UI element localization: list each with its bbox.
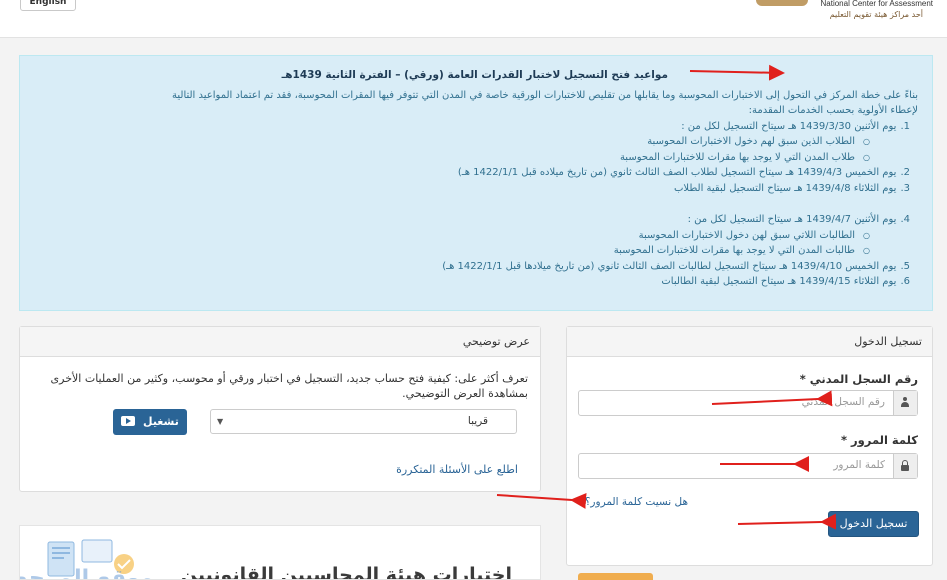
watermark-text: موقع المرجع [19, 566, 154, 580]
input-addon [893, 391, 917, 415]
logo-emblem-icon [756, 0, 808, 6]
youtube-icon [121, 416, 136, 426]
forgot-password-link[interactable]: هل نسيت كلمة المرور؟ [585, 496, 688, 508]
item-text: يوم الثلاثاء 1439/4/15 هـ سيتاح التسجيل … [661, 276, 897, 287]
item-number: 1. [900, 120, 910, 132]
lock-icon [901, 460, 909, 471]
play-button-label: تشغيل [143, 415, 179, 428]
id-label: رقم السجل المدني * [799, 372, 918, 386]
item-number: 2. [900, 167, 910, 178]
demo-select[interactable]: قريبا ▼ [210, 409, 517, 434]
faq-link[interactable]: اطلع على الأسئلة المتكررة [396, 463, 518, 476]
notice-intro: بناءً على خطة المركز في التحول إلى الاخت… [172, 89, 918, 101]
sub-list: الطالبات اللاتي سبق لهن دخول الاختبارات … [34, 228, 870, 259]
national-id-placeholder: رقم السجل المدني [801, 396, 885, 408]
input-addon [893, 454, 917, 478]
list-item: 1.يوم الأثنين 1439/3/30 هـ سيتاح التسجيل… [34, 119, 910, 135]
annotation-arrow-icon [496, 492, 587, 509]
item-text: يوم الخميس 1439/4/3 هـ سيتاح التسجيل لطل… [457, 167, 897, 178]
list-item: 6.يوم الثلاثاء 1439/4/15 هـ سيتاح التسجي… [34, 274, 910, 290]
password-label: كلمة المرور * [841, 433, 918, 447]
top-header: English National Center for Assessment أ… [0, 0, 947, 38]
notice-intro-continued: لإعطاء الأولوية بحسب الخدمات المقدمة: [748, 105, 918, 116]
item-number: 4. [900, 214, 910, 225]
register-button[interactable] [578, 573, 653, 580]
sub-list-item: الطلاب الذين سبق لهم دخول الاختبارات الم… [34, 134, 870, 150]
chevron-down-icon: ▼ [217, 417, 224, 426]
logo-arabic-text: أحد مراكز هيئة تقويم التعليم [829, 10, 923, 19]
list-item: 4.يوم الأثنين 1439/4/7 هـ سيتاح التسجيل … [34, 212, 910, 228]
item-text: يوم الأثنين 1439/3/30 هـ سيتاح التسجيل ل… [681, 120, 897, 132]
list-spacer [34, 196, 910, 212]
item-text: يوم الثلاثاء 1439/4/8 هـ سيتاح التسجيل ل… [673, 182, 897, 194]
login-panel: تسجيل الدخول رقم السجل المدني * رقم السج… [566, 326, 933, 566]
login-panel-title: تسجيل الدخول [567, 327, 932, 357]
login-button[interactable]: تسجيل الدخول [828, 511, 919, 537]
registration-notice: مواعيد فتح التسجيل لاختبار القدرات العام… [19, 55, 933, 311]
sub-list-item: طلاب المدن التي لا يوجد بها مقرات للاختب… [34, 150, 870, 166]
demo-description: تعرف أكثر على: كيفية فتح حساب جديد، التس… [50, 372, 528, 400]
demo-select-value: قريبا [467, 415, 488, 427]
user-icon [901, 397, 909, 408]
promo-banner[interactable]: اختبارات هيئة المحاسبين القانونيين موقع … [19, 525, 541, 580]
language-button[interactable]: English [20, 0, 76, 11]
password-input[interactable]: كلمة المرور [578, 453, 918, 479]
play-button[interactable]: تشغيل [113, 409, 187, 435]
item-number: 3. [900, 182, 910, 194]
logo-english-text: National Center for Assessment [820, 0, 934, 8]
list-item: 3.يوم الثلاثاء 1439/4/8 هـ سيتاح التسجيل… [34, 181, 910, 197]
national-id-input[interactable]: رقم السجل المدني [578, 390, 918, 416]
sub-list: الطلاب الذين سبق لهم دخول الاختبارات الم… [34, 134, 870, 165]
demo-panel: عرض توضيحي تعرف أكثر على: كيفية فتح حساب… [19, 326, 541, 492]
list-item: 5.يوم الخميس 1439/4/10 هـ سيتاح التسجيل … [34, 259, 910, 275]
sub-list-item: طالبات المدن التي لا يوجد بها مقرات للاخ… [34, 243, 870, 259]
sub-list-item: الطالبات اللاتي سبق لهن دخول الاختبارات … [34, 228, 870, 244]
item-text: يوم الخميس 1439/4/10 هـ سيتاح التسجيل لط… [442, 260, 897, 272]
item-number: 6. [900, 276, 910, 287]
notice-schedule-list: 1.يوم الأثنين 1439/3/30 هـ سيتاح التسجيل… [34, 119, 910, 290]
notice-title: مواعيد فتح التسجيل لاختبار القدرات العام… [281, 69, 668, 81]
banner-title: اختبارات هيئة المحاسبين القانونيين [180, 564, 512, 580]
item-text: يوم الأثنين 1439/4/7 هـ سيتاح التسجيل لك… [687, 214, 897, 225]
password-placeholder: كلمة المرور [833, 459, 885, 471]
list-item: 2.يوم الخميس 1439/4/3 هـ سيتاح التسجيل ل… [34, 165, 910, 181]
demo-panel-title: عرض توضيحي [20, 327, 540, 357]
site-logo[interactable]: National Center for Assessment أحد مراكز… [756, 0, 934, 30]
item-number: 5. [900, 260, 910, 272]
